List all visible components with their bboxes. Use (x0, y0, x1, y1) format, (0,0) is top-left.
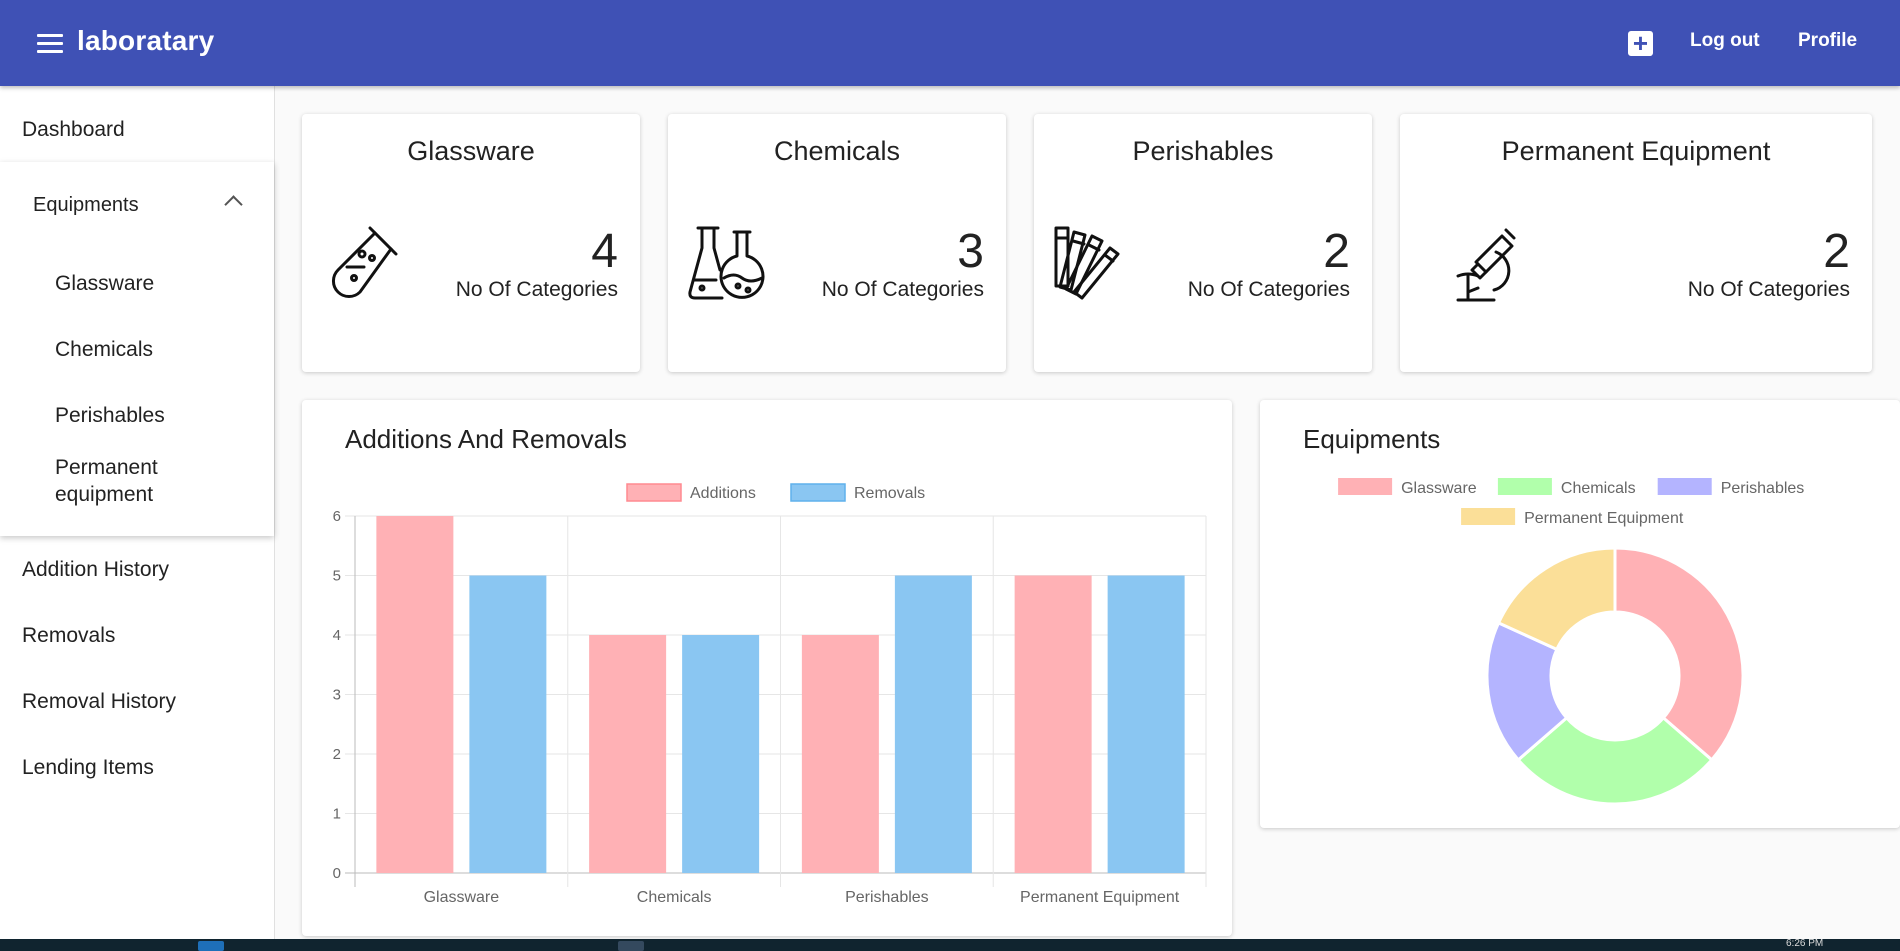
legend-swatch (1657, 478, 1712, 495)
app-bar: laboratary + Log out Profile (0, 0, 1900, 86)
permanent-equipment-card[interactable]: Permanent Equipment 2 No Of Categories (1400, 114, 1872, 372)
microscope-icon (1456, 228, 1516, 302)
legend-swatch (1497, 478, 1552, 495)
taskbar-clock: 6:26 PM (1786, 938, 1824, 949)
bar-removals (894, 575, 972, 873)
legend-swatch (790, 483, 846, 502)
y-tick-label: 1 (333, 806, 341, 823)
bar-removals (682, 635, 760, 873)
doughnut-chart: Glassware Chemicals Perishables Permanent E… (1338, 478, 1805, 806)
equipments-submenu: Equipments Glassware Chemicals Perishabl… (0, 162, 274, 536)
category-count: 2 (1323, 225, 1350, 278)
doughnut-slice-glassware (1613, 546, 1745, 762)
sidebar-item-equipments[interactable]: Equipments (33, 194, 139, 217)
category-label: No Of Categories (1187, 278, 1350, 301)
x-tick-label: Perishables (845, 889, 929, 906)
perishables-card[interactable]: Perishables 2 No Of Categories (1034, 114, 1372, 372)
menu-icon[interactable] (30, 26, 70, 60)
legend-swatch (1461, 508, 1516, 525)
y-tick-label: 6 (333, 508, 341, 525)
bar-removals (469, 575, 547, 873)
bar-additions (376, 516, 454, 873)
legend-label: Perishables (1721, 480, 1805, 497)
sidebar: Dashboard Equipments Glassware Chemicals… (0, 86, 275, 939)
category-count: 4 (591, 225, 618, 278)
y-tick-label: 5 (333, 568, 341, 585)
app-title[interactable]: laboratary (77, 25, 214, 57)
card-title: Chemicals (773, 136, 901, 166)
y-tick-label: 2 (333, 746, 341, 763)
legend-label: Removals (854, 485, 925, 502)
sidebar-subitem-permanent-equipment[interactable]: Permanent equipment (55, 454, 205, 508)
y-tick-label: 0 (333, 865, 341, 882)
bar-chart: Additions Removals 0 1 2 3 4 5 6 Glassware Chemica… (333, 483, 1207, 906)
glassware-card[interactable]: Glassware 4 No Of Categories (302, 114, 640, 372)
category-label: No Of Categories (821, 278, 984, 301)
logout-button[interactable]: Log out (1690, 30, 1760, 52)
legend-swatch (626, 483, 682, 502)
chemicals-card[interactable]: Chemicals 3 No Of Categories (668, 114, 1006, 372)
chevron-up-icon[interactable] (224, 195, 243, 214)
additions-removals-panel: Additions And Removals Additions Removals… (302, 400, 1232, 936)
bar-additions (589, 635, 667, 873)
os-taskbar: 6:26 PM (0, 939, 1900, 951)
sidebar-item-dashboard[interactable]: Dashboard (22, 118, 125, 142)
category-count: 2 (1823, 225, 1850, 278)
sidebar-subitem-glassware[interactable]: Glassware (55, 270, 154, 297)
bar-removals (1107, 575, 1185, 873)
x-tick-label: Chemicals (637, 889, 712, 906)
card-title: Perishables (1132, 136, 1274, 166)
legend-label: Chemicals (1561, 480, 1636, 497)
sidebar-item-lending-items[interactable]: Lending Items (22, 756, 154, 780)
legend-label: Additions (690, 485, 756, 502)
profile-button[interactable]: Profile (1798, 30, 1857, 52)
plus-box-icon[interactable]: + (1628, 30, 1653, 56)
test-tube-icon (331, 226, 398, 299)
sidebar-subitem-perishables[interactable]: Perishables (55, 402, 165, 429)
card-title: Glassware (407, 136, 535, 166)
flasks-icon (688, 226, 765, 300)
legend-label: Glassware (1401, 480, 1477, 497)
legend-label: Permanent Equipment (1524, 510, 1684, 527)
category-label: No Of Categories (455, 278, 618, 301)
y-tick-label: 4 (333, 627, 341, 644)
taskbar-app-icon[interactable] (618, 941, 644, 951)
bar-additions (1014, 575, 1092, 873)
x-tick-label: Glassware (424, 889, 500, 906)
card-title: Permanent Equipment (1501, 136, 1771, 166)
x-tick-label: Permanent Equipment (1020, 889, 1180, 906)
category-label: No Of Categories (1687, 278, 1850, 301)
category-count: 3 (957, 225, 984, 278)
sidebar-subitem-chemicals[interactable]: Chemicals (55, 336, 153, 363)
sidebar-item-addition-history[interactable]: Addition History (22, 558, 169, 582)
bar-additions (801, 635, 879, 873)
y-tick-label: 3 (333, 687, 341, 704)
sample-strips-icon (1054, 226, 1120, 300)
sidebar-item-removal-history[interactable]: Removal History (22, 690, 176, 714)
equipments-panel: Equipments Glassware Chemicals Perishables… (1260, 400, 1900, 828)
legend-swatch (1338, 478, 1393, 495)
sidebar-item-removals[interactable]: Removals (22, 624, 115, 648)
taskbar-app-icon[interactable] (198, 941, 224, 951)
